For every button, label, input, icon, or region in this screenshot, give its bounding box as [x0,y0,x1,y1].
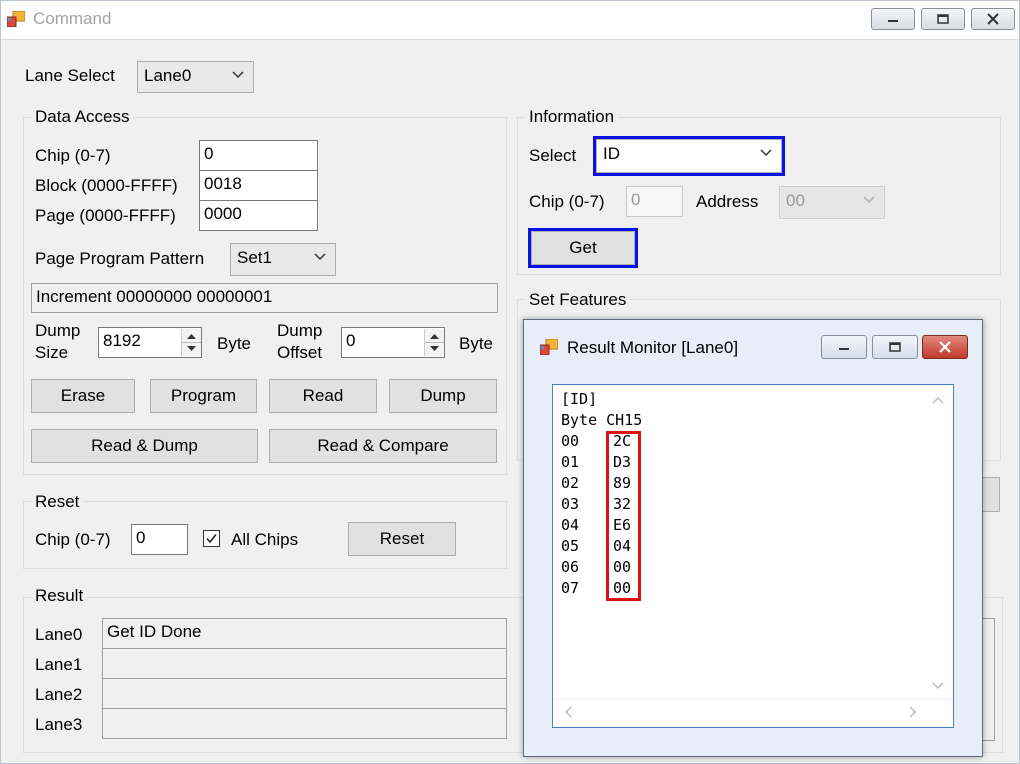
lane0-result: Get ID Done [102,618,507,649]
byte-07: 07 [561,579,580,597]
pattern-label: Page Program Pattern [35,249,205,268]
reset-button[interactable]: Reset [348,522,456,556]
result-group-label: Result [31,586,88,606]
read-dump-button[interactable]: Read & Dump [31,429,258,463]
reset-chip-label: Chip (0-7) [35,530,111,549]
scroll-up-icon[interactable] [931,393,945,407]
lane3-result [102,708,507,739]
dump-button[interactable]: Dump [389,379,497,413]
dump-size-spinner[interactable] [181,329,201,356]
program-button[interactable]: Program [150,379,257,413]
values-highlight [606,431,641,601]
title-bar: Command [1,1,1019,40]
monitor-col-header: Byte CH15 [561,411,643,429]
read-button[interactable]: Read [269,379,377,413]
info-address-label: Address [696,192,759,211]
dump-offset-label-1: Dump [277,321,323,340]
set-features-group-label: Set Features [525,290,631,310]
app-icon [7,11,25,27]
monitor-title: Result Monitor [Lane0] [567,338,739,357]
info-select-label: Select [529,146,577,165]
monitor-maximize-button[interactable] [872,335,918,359]
lane0-label: Lane0 [35,625,83,644]
restore-icon [889,342,901,352]
chip-label: Chip (0-7) [35,146,111,165]
info-chip-label: Chip (0-7) [529,192,605,211]
lane-select-dropdown[interactable]: Lane0 [137,61,254,93]
dump-size-unit: Byte [217,334,252,353]
result-monitor-window: Result Monitor [Lane0] [ID] Byte CH15 00… [523,319,983,757]
dump-size-value: 8192 [103,331,141,350]
monitor-text-area[interactable]: [ID] Byte CH15 00 2C 01 D3 02 89 03 32 0… [552,384,954,728]
page-field[interactable]: 0000 [199,200,318,231]
monitor-minimize-button[interactable] [821,335,867,359]
get-button-highlight [528,228,638,268]
spinner-arrows-icon [425,334,444,351]
pattern-text: Increment 00000000 00000001 [31,283,498,313]
all-chips-label: All Chips [231,530,299,549]
checkmark-icon [206,534,217,544]
all-chips-checkbox[interactable] [203,530,220,547]
scroll-down-icon[interactable] [931,679,945,693]
read-compare-button[interactable]: Read & Compare [269,429,497,463]
info-address-dropdown[interactable]: 00 [779,186,885,219]
minimize-icon [839,348,849,350]
lane1-label: Lane1 [35,655,83,674]
monitor-header-line: [ID] [561,390,598,408]
byte-00: 00 [561,432,580,450]
dump-offset-spinner[interactable] [424,329,444,356]
spinner-arrows-icon [182,334,201,351]
data-access-group-label: Data Access [31,107,134,127]
dump-offset-unit: Byte [459,334,494,353]
byte-01: 01 [561,453,580,471]
chevron-down-icon [314,253,326,261]
information-group-label: Information [525,107,619,127]
pattern-value: Set1 [237,248,272,267]
minimize-icon [888,20,898,22]
dump-size-label-1: Dump [35,321,81,340]
byte-02: 02 [561,474,580,492]
close-icon [939,341,951,353]
lane3-label: Lane3 [35,715,83,734]
command-window: Command Lane Select Lane0 Data Access Ch… [0,0,1020,764]
pattern-dropdown[interactable]: Set1 [230,243,336,276]
maximize-button[interactable] [921,8,965,30]
byte-03: 03 [561,495,580,513]
h-scrollbar-divider [553,699,953,700]
minimize-button[interactable] [871,8,915,30]
dump-size-label-2: Size [35,343,69,362]
block-field[interactable]: 0018 [199,170,318,201]
byte-04: 04 [561,516,580,534]
result-fields-right-edge [981,618,995,741]
lane-select-value: Lane0 [144,66,192,85]
reset-chip-field[interactable]: 0 [131,524,188,555]
scroll-right-icon[interactable] [906,705,920,719]
chevron-down-icon [232,71,244,79]
lane2-label: Lane2 [35,685,83,704]
byte-06: 06 [561,558,580,576]
lane-select-label: Lane Select [25,66,115,85]
chip-field[interactable]: 0 [199,140,318,171]
lane1-result [102,648,507,679]
chevron-down-icon [863,196,875,204]
info-chip-field[interactable]: 0 [626,186,683,217]
reset-group-label: Reset [31,492,84,512]
dump-offset-value: 0 [346,331,356,350]
monitor-close-button[interactable] [922,335,968,359]
close-button[interactable] [971,8,1015,30]
dump-offset-label-2: Offset [277,343,323,362]
restore-icon [937,14,949,24]
info-select-highlight [593,136,785,176]
app-icon [540,339,558,355]
block-label: Block (0000-FFFF) [35,176,178,195]
erase-button[interactable]: Erase [31,379,135,413]
page-label: Page (0000-FFFF) [35,206,176,225]
window-title: Command [33,9,112,28]
hidden-button-edge [981,477,1000,512]
close-icon [987,13,999,25]
info-address-value: 00 [786,191,805,210]
scroll-left-icon[interactable] [561,705,575,719]
byte-05: 05 [561,537,580,555]
lane2-result [102,678,507,709]
